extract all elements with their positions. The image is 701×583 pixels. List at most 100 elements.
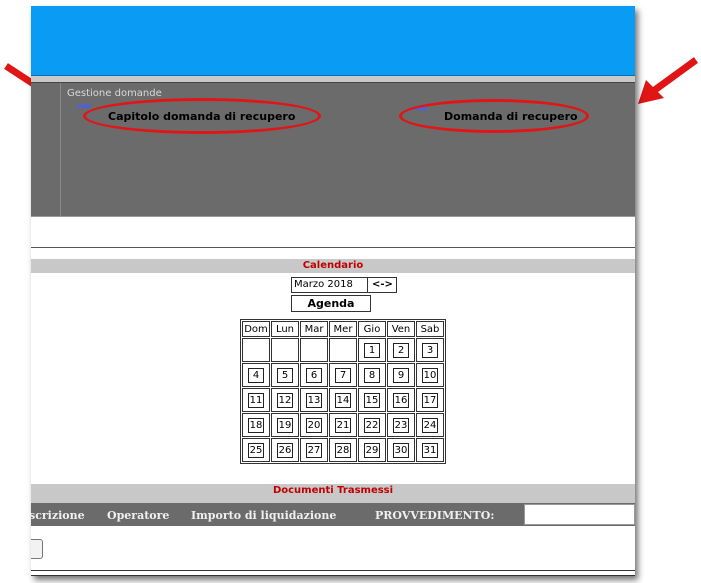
calendar-day-cell: 14 — [329, 388, 357, 412]
calendar-day-button[interactable]: 12 — [277, 392, 293, 408]
calendar-day-cell: 31 — [416, 438, 444, 462]
calendar-day-button[interactable]: 8 — [364, 367, 380, 383]
panel-title: Gestione domande — [67, 88, 162, 99]
calendar-day-button[interactable]: 11 — [248, 392, 264, 408]
calendar-grid: Dom Lun Mar Mer Gio Ven Sab 1 2 3 4 5 6 — [240, 319, 446, 464]
calendar-day-cell: 5 — [271, 363, 299, 387]
calendar-day-button[interactable]: 23 — [393, 417, 409, 433]
calendar-day-cell: 22 — [358, 413, 386, 437]
calendar-day-cell: 6 — [300, 363, 328, 387]
calendar-day-cell: 19 — [271, 413, 299, 437]
calendar-week-row: 11 12 13 14 15 16 17 — [242, 388, 444, 412]
calendar-day-button[interactable]: 5 — [277, 367, 293, 383]
documents-filter-row: scrizione Operatore Importo di liquidazi… — [31, 503, 635, 526]
calendar-day-button[interactable]: 20 — [306, 417, 322, 433]
calendar-day-cell: 30 — [387, 438, 415, 462]
calendar-week-row: 4 5 6 7 8 9 10 — [242, 363, 444, 387]
calendar-day-button[interactable]: 27 — [306, 442, 322, 458]
calendar-day-button[interactable]: 2 — [393, 342, 409, 358]
toolbar-row — [31, 216, 635, 248]
calendar-day-button[interactable]: 29 — [364, 442, 380, 458]
column-provvedimento: PROVVEDIMENTO: — [375, 509, 495, 522]
calendar-day-button[interactable]: 3 — [422, 342, 438, 358]
calendar-day-cell: 11 — [242, 388, 270, 412]
calendar-day-empty — [329, 338, 357, 362]
calendar-day-cell: 13 — [300, 388, 328, 412]
calendar-day-button[interactable]: 25 — [248, 442, 264, 458]
panel-left-column — [31, 83, 61, 217]
calendar-day-button[interactable]: 24 — [422, 417, 438, 433]
calendar-day-cell: 24 — [416, 413, 444, 437]
calendar-day-button[interactable]: 31 — [422, 442, 438, 458]
calendar-day-cell: 2 — [387, 338, 415, 362]
weekday-label: Mar — [300, 321, 328, 337]
header-bar — [31, 6, 635, 76]
weekday-label: Mer — [329, 321, 357, 337]
calendar-day-button[interactable]: 15 — [364, 392, 380, 408]
agenda-button[interactable]: Agenda — [291, 295, 371, 312]
column-descrizione: scrizione — [31, 509, 85, 522]
weekday-label: Gio — [358, 321, 386, 337]
calendar-day-button[interactable]: 19 — [277, 417, 293, 433]
calendar-day-button[interactable]: 13 — [306, 392, 322, 408]
weekday-label: Ven — [387, 321, 415, 337]
calendar-day-cell: 29 — [358, 438, 386, 462]
calendar-nav-button[interactable]: <-> — [367, 278, 397, 292]
calendar-day-cell: 17 — [416, 388, 444, 412]
calendar-day-cell: 26 — [271, 438, 299, 462]
calendar-week-row: 1 2 3 — [242, 338, 444, 362]
highlight-oval-domanda — [399, 99, 589, 133]
app-window: Gestione domande Capitolo domanda di rec… — [31, 6, 635, 576]
documenti-trasmessi-header: Documenti Trasmessi — [31, 484, 635, 498]
gestione-domande-panel: Gestione domande Capitolo domanda di rec… — [31, 82, 635, 217]
calendar-day-button[interactable]: 21 — [335, 417, 351, 433]
calendar-day-button[interactable]: 17 — [422, 392, 438, 408]
highlight-oval-capitolo — [83, 98, 321, 134]
provvedimento-input[interactable] — [524, 504, 635, 525]
action-button[interactable] — [31, 539, 43, 559]
calendar-day-cell: 15 — [358, 388, 386, 412]
calendar-day-cell: 3 — [416, 338, 444, 362]
calendar-day-empty — [300, 338, 328, 362]
calendar-day-button[interactable]: 1 — [364, 342, 380, 358]
calendar-week-row: 25 26 27 28 29 30 31 — [242, 438, 444, 462]
calendar-day-cell: 10 — [416, 363, 444, 387]
calendar-day-button[interactable]: 26 — [277, 442, 293, 458]
calendar-day-cell: 4 — [242, 363, 270, 387]
calendar-day-cell: 20 — [300, 413, 328, 437]
calendar-day-cell: 25 — [242, 438, 270, 462]
calendar-day-button[interactable]: 14 — [335, 392, 351, 408]
weekday-label: Lun — [271, 321, 299, 337]
calendar-day-cell: 16 — [387, 388, 415, 412]
bottom-divider — [31, 570, 635, 571]
calendar-day-button[interactable]: 28 — [335, 442, 351, 458]
calendar-day-button[interactable]: 9 — [393, 367, 409, 383]
calendar-day-button[interactable]: 7 — [335, 367, 351, 383]
calendar-month-selector: Marzo 2018 <-> — [291, 277, 397, 293]
calendar-month: Marzo 2018 — [294, 279, 353, 290]
calendar-day-empty — [242, 338, 270, 362]
screenshot-stage: Gestione domande Capitolo domanda di rec… — [0, 0, 701, 583]
calendar-day-button[interactable]: 16 — [393, 392, 409, 408]
calendar-day-button[interactable]: 22 — [364, 417, 380, 433]
calendar-day-cell: 23 — [387, 413, 415, 437]
weekday-label: Dom — [242, 321, 270, 337]
column-importo-liquidazione: Importo di liquidazione — [191, 509, 337, 522]
calendar-day-cell: 21 — [329, 413, 357, 437]
calendar-day-cell: 1 — [358, 338, 386, 362]
calendar-day-button[interactable]: 6 — [306, 367, 322, 383]
calendar-day-cell: 9 — [387, 363, 415, 387]
calendar-weekday-row: Dom Lun Mar Mer Gio Ven Sab — [242, 321, 444, 337]
calendar-day-button[interactable]: 18 — [248, 417, 264, 433]
calendar-day-empty — [271, 338, 299, 362]
calendario-header: Calendario — [31, 259, 635, 273]
calendar-day-button[interactable]: 10 — [422, 367, 438, 383]
annotation-arrow-right — [638, 57, 699, 104]
calendar-day-button[interactable]: 4 — [248, 367, 264, 383]
column-operatore: Operatore — [107, 509, 170, 522]
documents-list-area — [31, 526, 635, 576]
calendar-day-cell: 18 — [242, 413, 270, 437]
calendar-day-button[interactable]: 30 — [393, 442, 409, 458]
calendar-day-cell: 28 — [329, 438, 357, 462]
calendar-day-cell: 7 — [329, 363, 357, 387]
